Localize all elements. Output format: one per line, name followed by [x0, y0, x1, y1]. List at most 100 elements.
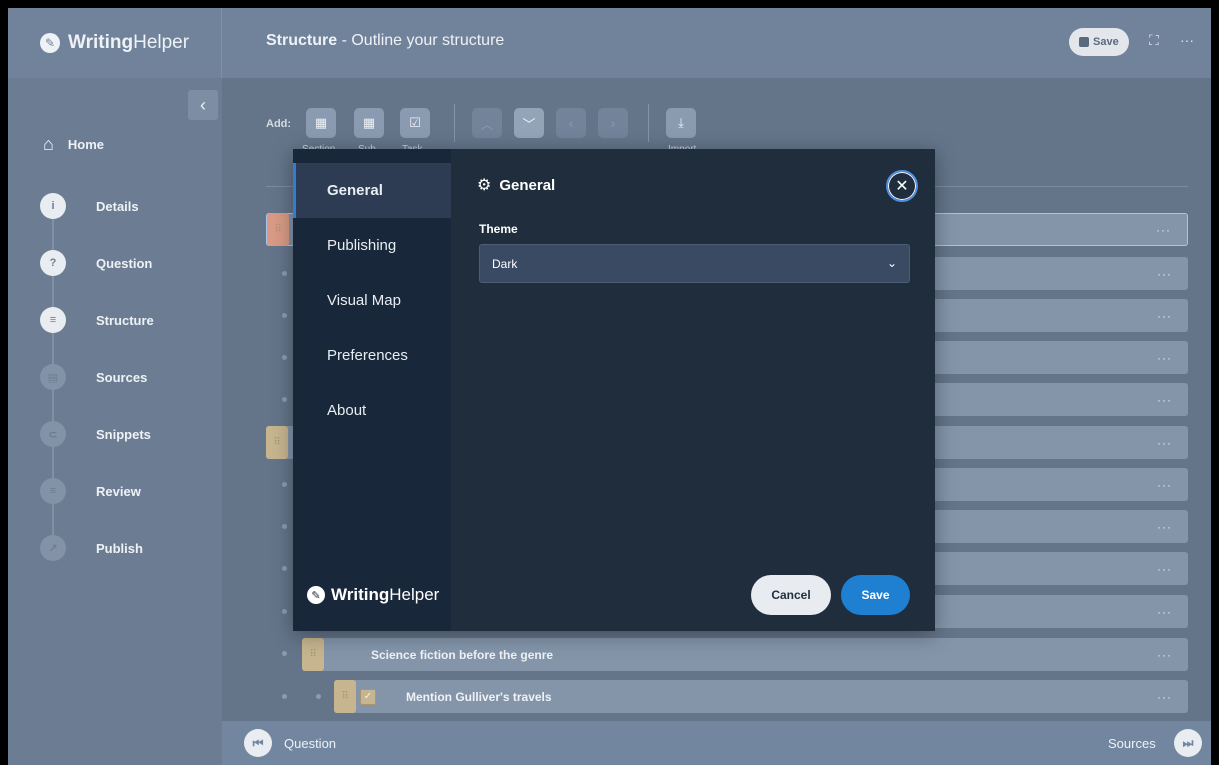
modal-brand-logo: ✎ WritingHelper — [307, 585, 439, 605]
add-sub-button[interactable]: ▦ — [354, 108, 384, 138]
sub-section-icon: ▦ — [362, 115, 376, 130]
theme-select-value: Dark — [492, 256, 518, 271]
outline-row[interactable]: ⠿ Science fiction before the genre ··· — [302, 638, 1188, 671]
sidebar-item-publish[interactable]: ↗ Publish — [40, 535, 143, 561]
sidebar-item-label: Review — [96, 483, 141, 499]
add-section-button[interactable]: ▦ — [306, 108, 336, 138]
outline-row-label: Science fiction before the genre — [371, 647, 554, 662]
bottom-nav-bar: ⏮ Question Sources ⏭ — [222, 721, 1211, 765]
prev-step-label[interactable]: Question — [284, 736, 336, 751]
outdent-button[interactable]: ‹ — [556, 108, 586, 138]
sidebar-item-structure[interactable]: ≡ Structure — [40, 307, 154, 333]
task-checkbox[interactable]: ✓ — [360, 688, 376, 705]
sidebar-item-label: Sources — [96, 369, 148, 385]
info-icon: i — [40, 193, 66, 219]
bullet-dot — [282, 694, 287, 699]
question-icon: ? — [40, 250, 66, 276]
settings-panel: ⚙ General ✕ Theme Dark ⌄ Cancel Save — [451, 149, 935, 631]
row-more-icon[interactable]: ··· — [1157, 605, 1172, 619]
sidebar-item-review[interactable]: ≡ Review — [40, 478, 141, 504]
more-icon[interactable]: ··· — [1180, 32, 1194, 48]
tab-about[interactable]: About — [293, 383, 451, 438]
sidebar-item-label: Structure — [96, 312, 154, 328]
chevron-down-icon: ⌄ — [886, 256, 897, 270]
snippets-icon: ⊂ — [40, 421, 66, 447]
brand-logo[interactable]: ✎ WritingHelper — [8, 8, 222, 78]
chevron-up-icon: ︿ — [480, 116, 494, 132]
top-bar: ✎ WritingHelper Structure - Outline your… — [8, 8, 1211, 78]
download-icon: ⤓ — [678, 115, 684, 130]
import-button[interactable]: ⤓ — [666, 108, 696, 138]
indent-button[interactable]: › — [598, 108, 628, 138]
bullet-dot — [282, 524, 287, 529]
header-save-label: Save — [1093, 36, 1119, 48]
add-task-button[interactable]: ☑ — [400, 108, 430, 138]
move-up-button[interactable]: ︿ — [472, 108, 502, 138]
prev-step-button[interactable]: ⏮ — [244, 729, 272, 757]
add-label: Add: — [266, 118, 292, 130]
row-more-icon[interactable]: ··· — [1157, 648, 1172, 662]
drag-handle-icon[interactable]: ⠿ — [266, 426, 288, 459]
sidebar: ‹ ⌂ Home i Details ? Question ≡ Structur… — [8, 78, 222, 765]
header-save-button[interactable]: Save — [1069, 28, 1129, 56]
sidebar-item-home[interactable]: ⌂ Home — [43, 134, 104, 155]
bullet-dot — [282, 651, 287, 656]
sidebar-item-details[interactable]: i Details — [40, 193, 139, 219]
theme-label: Theme — [479, 222, 518, 236]
row-more-icon[interactable]: ··· — [1157, 520, 1172, 534]
sidebar-home-label: Home — [67, 137, 104, 152]
row-more-icon[interactable]: ··· — [1157, 690, 1172, 704]
bullet-dot — [316, 694, 321, 699]
panel-heading: ⚙ General — [477, 175, 555, 195]
next-step-button[interactable]: ⏭ — [1174, 729, 1202, 757]
theme-select[interactable]: Dark ⌄ — [479, 244, 910, 283]
tab-publishing[interactable]: Publishing — [293, 218, 451, 273]
structure-icon: ≡ — [40, 307, 66, 333]
row-more-icon[interactable]: ··· — [1157, 393, 1172, 407]
page-title-rest: - Outline your structure — [337, 32, 505, 49]
page-title: Structure - Outline your structure — [266, 32, 504, 50]
sidebar-item-snippets[interactable]: ⊂ Snippets — [40, 421, 151, 447]
save-disk-icon — [1079, 37, 1089, 47]
bullet-dot — [282, 482, 287, 487]
drag-handle-icon[interactable]: ⠿ — [267, 213, 289, 246]
bullet-dot — [282, 397, 287, 402]
section-icon: ▦ — [314, 115, 328, 130]
tab-preferences[interactable]: Preferences — [293, 328, 451, 383]
row-more-icon[interactable]: ··· — [1157, 351, 1172, 365]
skip-back-icon: ⏮ — [252, 735, 264, 750]
row-more-icon[interactable]: ··· — [1157, 478, 1172, 492]
drag-handle-icon[interactable]: ⠿ — [334, 680, 356, 713]
sidebar-item-label: Snippets — [96, 426, 151, 442]
logo-icon: ✎ — [307, 586, 325, 604]
next-step-label[interactable]: Sources — [1108, 736, 1156, 751]
bullet-dot — [282, 271, 287, 276]
sources-icon: ▤ — [40, 364, 66, 390]
row-more-icon[interactable]: ··· — [1157, 436, 1172, 450]
logo-icon: ✎ — [40, 33, 60, 53]
chevron-right-icon: › — [610, 115, 616, 131]
tab-visual-map[interactable]: Visual Map — [293, 273, 451, 328]
move-down-button[interactable]: ﹀ — [514, 108, 544, 138]
save-button[interactable]: Save — [841, 575, 910, 615]
row-more-icon[interactable]: ··· — [1157, 267, 1172, 281]
expand-icon[interactable]: ⛶ — [1149, 32, 1159, 49]
drag-handle-icon[interactable]: ⠿ — [302, 638, 324, 671]
row-more-icon[interactable]: ··· — [1157, 309, 1172, 323]
publish-icon: ↗ — [40, 535, 66, 561]
sidebar-item-label: Publish — [96, 540, 143, 556]
close-modal-button[interactable]: ✕ — [886, 170, 918, 202]
row-more-icon[interactable]: ··· — [1156, 223, 1171, 237]
page-title-bold: Structure — [266, 32, 338, 49]
outline-row[interactable]: ⠿ ✓ Mention Gulliver's travels ··· — [334, 680, 1188, 713]
collapse-sidebar-button[interactable]: ‹ — [188, 90, 218, 120]
tab-general[interactable]: General — [293, 163, 451, 218]
sidebar-item-label: Details — [96, 198, 139, 214]
settings-modal: General Publishing Visual Map Preference… — [293, 149, 935, 631]
cancel-button[interactable]: Cancel — [751, 575, 831, 615]
sidebar-item-sources[interactable]: ▤ Sources — [40, 364, 147, 390]
gear-icon: ⚙ — [477, 177, 492, 194]
brand-name-light: Helper — [133, 32, 190, 53]
sidebar-item-question[interactable]: ? Question — [40, 250, 152, 276]
row-more-icon[interactable]: ··· — [1157, 562, 1172, 576]
